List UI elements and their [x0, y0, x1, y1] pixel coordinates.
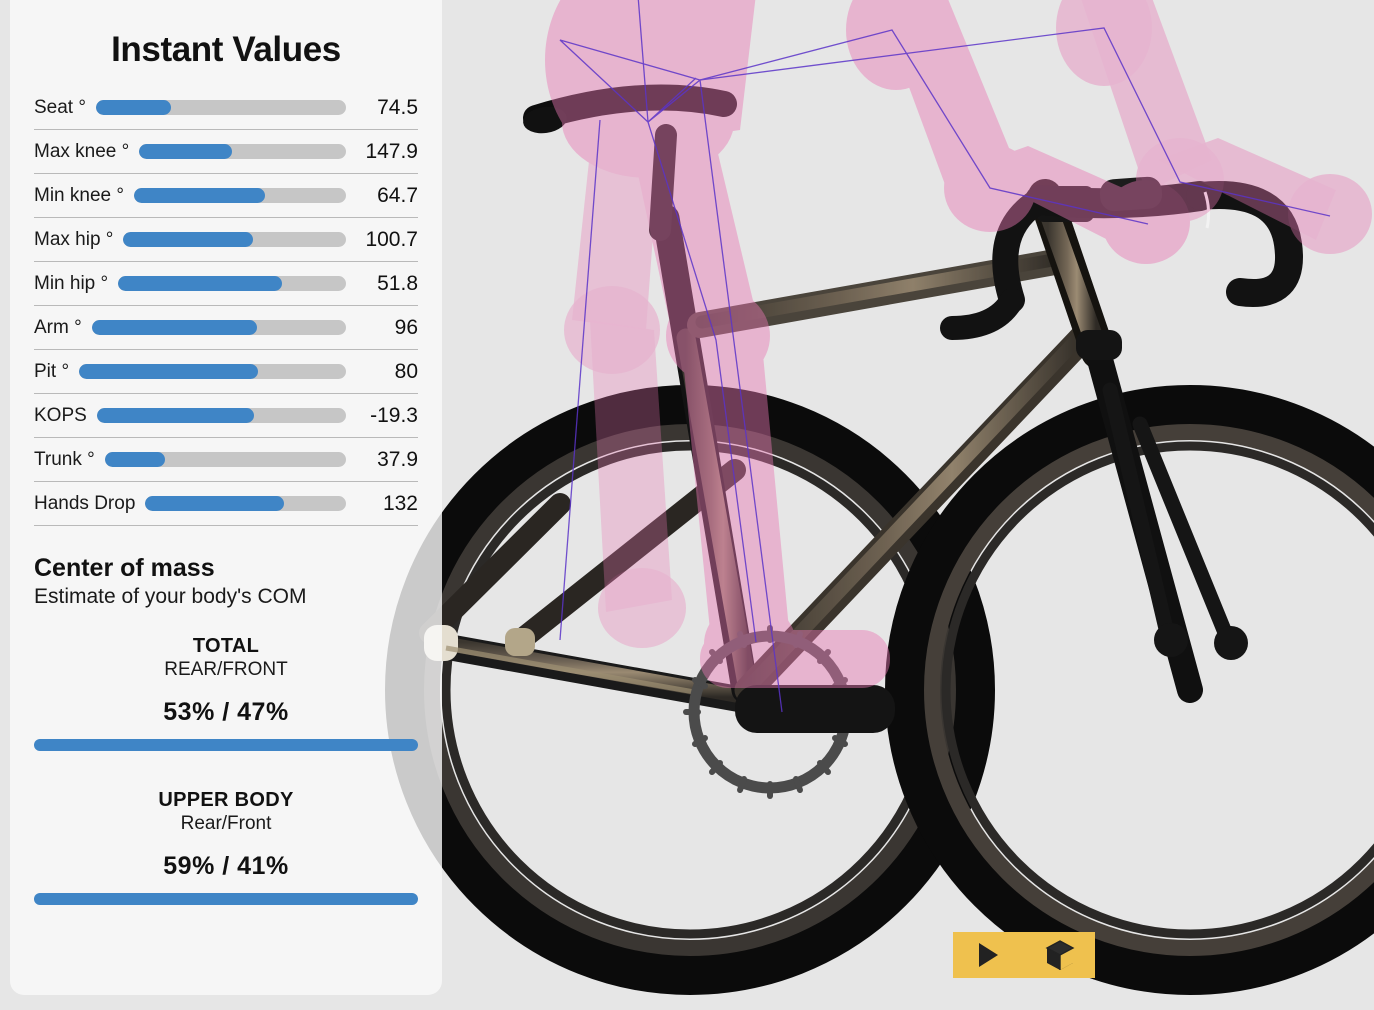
play-button[interactable] [966, 932, 1012, 978]
metric-row-max-hip[interactable]: Max hip ° 100.7 [34, 218, 418, 262]
metric-bar-fill [104, 452, 166, 467]
metric-bar-fill [96, 408, 254, 423]
metrics-list: Seat ° 74.5 Max knee ° 147.9 Min knee ° … [34, 86, 418, 526]
play-icon [979, 943, 998, 967]
metric-value: 64.7 [377, 183, 418, 207]
metric-value: 80 [394, 359, 418, 383]
metric-bar [139, 144, 346, 159]
metric-value: 37.9 [377, 447, 418, 471]
metric-bar-track [133, 188, 346, 203]
metric-bar-fill [133, 188, 266, 203]
com-total-axis-label: REAR/FRONT [164, 659, 288, 680]
metric-label: Max knee ° [34, 140, 130, 162]
metric-bar-fill [139, 144, 233, 159]
metric-label: Min knee ° [34, 184, 124, 206]
metric-value: 74.5 [377, 95, 418, 119]
center-of-mass-subheading: Estimate of your body's COM [34, 585, 307, 608]
metric-row-arm[interactable]: Arm ° 96 [34, 306, 418, 350]
metric-row-trunk[interactable]: Trunk ° 37.9 [34, 438, 418, 482]
cube-3d-icon [1045, 940, 1074, 970]
metric-value: 51.8 [377, 271, 418, 295]
metric-label: Arm ° [34, 316, 82, 338]
metric-row-min-knee[interactable]: Min knee ° 64.7 [34, 174, 418, 218]
metric-bar [91, 320, 346, 335]
metric-bar-track [104, 452, 346, 467]
viewport-toolbar [953, 932, 1095, 978]
metric-bar [133, 188, 346, 203]
metric-bar-track [123, 232, 346, 247]
metric-bar [118, 276, 346, 291]
metric-bar-track [139, 144, 346, 159]
metric-bar-track [91, 320, 346, 335]
com-upper-body-bar [34, 893, 418, 905]
com-upper-body-title: UPPER BODY [158, 789, 294, 811]
metric-bar [123, 232, 346, 247]
com-total-title: TOTAL [192, 635, 260, 657]
metric-value: 147.9 [365, 139, 418, 163]
metric-row-min-hip[interactable]: Min hip ° 51.8 [34, 262, 418, 306]
metric-bar [95, 100, 346, 115]
metric-bar-fill [91, 320, 257, 335]
metric-bar-fill [123, 232, 253, 247]
metric-row-kops[interactable]: KOPS -19.3 [34, 394, 418, 438]
metric-row-hands-drop[interactable]: Hands Drop 132 [34, 482, 418, 526]
metric-label: Min hip ° [34, 272, 109, 294]
metric-row-max-knee[interactable]: Max knee ° 147.9 [34, 130, 418, 174]
center-of-mass-heading: Center of mass [34, 554, 215, 582]
metric-row-pit[interactable]: Pit ° 80 [34, 350, 418, 394]
metric-bar [96, 408, 346, 423]
com-upper-body-section: UPPER BODY Rear/Front 59% / 41% [28, 789, 424, 905]
metric-bar-track [96, 408, 346, 423]
metric-bar-fill [145, 496, 284, 511]
metric-bar [104, 452, 346, 467]
metric-label: Max hip ° [34, 228, 114, 250]
metric-bar-fill [95, 100, 171, 115]
com-total-split: 53% / 47% [163, 698, 289, 726]
metric-value: 96 [394, 315, 418, 339]
metric-value: -19.3 [370, 403, 418, 427]
metric-bar-fill [79, 364, 258, 379]
metric-label: Trunk ° [34, 448, 95, 470]
metric-label: KOPS [34, 404, 87, 426]
metric-bar-track [79, 364, 346, 379]
com-total-bar [34, 739, 418, 751]
metric-bar [79, 364, 346, 379]
metric-label: Seat ° [34, 96, 86, 118]
metric-bar-track [118, 276, 346, 291]
com-upper-body-axis-label: Rear/Front [180, 813, 272, 834]
metric-bar-fill [118, 276, 283, 291]
metric-label: Pit ° [34, 360, 70, 382]
com-total-section: TOTAL REAR/FRONT 53% / 47% [28, 635, 424, 751]
metric-bar [145, 496, 346, 511]
page-title: Instant Values [111, 30, 341, 69]
view-3d-button[interactable] [1037, 932, 1083, 978]
metric-bar-track [145, 496, 346, 511]
metric-row-seat[interactable]: Seat ° 74.5 [34, 86, 418, 130]
instant-values-panel: Instant Values Seat ° 74.5 Max knee ° 14… [10, 0, 442, 995]
metric-label: Hands Drop [34, 492, 136, 514]
metric-value: 132 [382, 491, 418, 515]
com-upper-body-split: 59% / 41% [163, 852, 289, 880]
metric-bar-track [95, 100, 346, 115]
metric-value: 100.7 [365, 227, 418, 251]
